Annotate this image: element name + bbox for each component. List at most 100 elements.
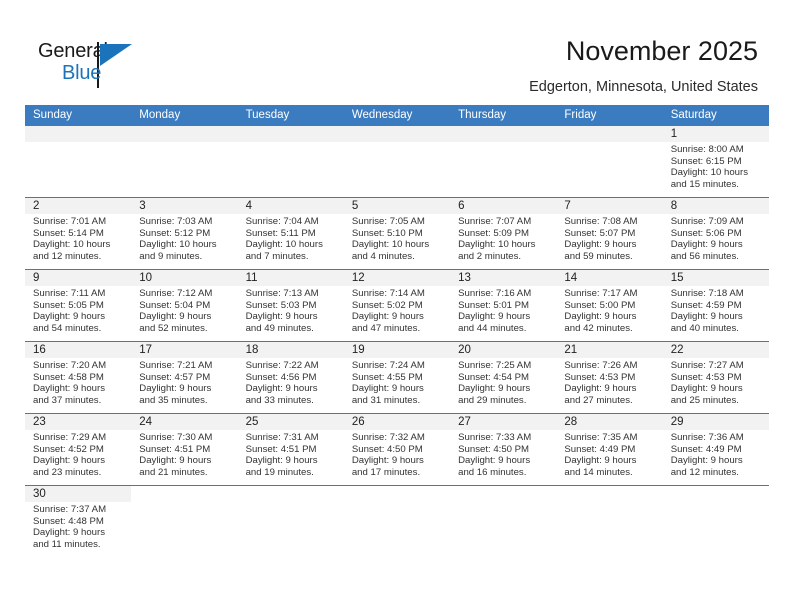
sunrise-text: Sunrise: 7:12 AM bbox=[139, 288, 213, 299]
calendar-day-cell[interactable]: 14 Sunrise: 7:17 AM Sunset: 5:00 PM Dayligh… bbox=[556, 270, 663, 341]
sunset-text: Sunset: 5:12 PM bbox=[139, 227, 211, 239]
daylight-text-line1: Daylight: 9 hours bbox=[33, 455, 105, 467]
sunrise-text: Sunrise: 7:20 AM bbox=[33, 360, 107, 371]
sunset-text: Sunset: 4:56 PM bbox=[245, 371, 317, 383]
sunrise-text: Sunrise: 7:08 AM bbox=[564, 216, 638, 227]
general-blue-logo[interactable]: General Blue bbox=[38, 40, 158, 90]
daylight-text-line2: and 44 minutes. bbox=[458, 322, 527, 334]
sunset-text: Sunset: 4:49 PM bbox=[670, 443, 742, 455]
weekday-header-wednesday: Wednesday bbox=[351, 109, 413, 121]
calendar-table: Sunday Monday Tuesday Wednesday Thursday Frid… bbox=[25, 105, 769, 557]
calendar-cell-empty bbox=[237, 486, 344, 557]
calendar-day-cell[interactable]: 8 Sunrise: 7:09 AM Sunset: 5:06 PM Daylight… bbox=[662, 198, 769, 269]
calendar-day-cell[interactable]: 22 Sunrise: 7:27 AM Sunset: 4:53 PM Dayligh… bbox=[662, 342, 769, 413]
calendar-day-cell[interactable]: 10 Sunrise: 7:12 AM Sunset: 5:04 PM Dayligh… bbox=[131, 270, 238, 341]
sunrise-text: Sunrise: 7:16 AM bbox=[458, 288, 532, 299]
daylight-text-line2: and 16 minutes. bbox=[458, 466, 527, 478]
calendar-day-cell[interactable]: 23 Sunrise: 7:29 AM Sunset: 4:52 PM Dayligh… bbox=[25, 414, 132, 485]
calendar-day-cell[interactable]: 20 Sunrise: 7:25 AM Sunset: 4:54 PM Dayligh… bbox=[450, 342, 557, 413]
calendar-cell-empty bbox=[662, 486, 769, 557]
calendar-day-cell[interactable]: 16 Sunrise: 7:20 AM Sunset: 4:58 PM Dayligh… bbox=[25, 342, 132, 413]
daylight-text-line1: Daylight: 9 hours bbox=[458, 455, 531, 467]
sunset-text: Sunset: 4:59 PM bbox=[670, 299, 742, 311]
sun-info: Sunrise: 7:21 AM Sunset: 4:57 PM Daylight:… bbox=[131, 358, 237, 406]
sunrise-text: Sunrise: 7:36 AM bbox=[670, 432, 744, 443]
calendar-day-cell[interactable]: 25 Sunrise: 7:31 AM Sunset: 4:51 PM Dayligh… bbox=[237, 414, 344, 485]
sun-info: Sunrise: 7:36 AM Sunset: 4:49 PM Daylight:… bbox=[663, 430, 769, 478]
sun-info: Sunrise: 7:31 AM Sunset: 4:51 PM Daylight:… bbox=[238, 430, 344, 478]
sunset-text: Sunset: 5:07 PM bbox=[564, 227, 636, 239]
sunset-text: Sunset: 4:53 PM bbox=[564, 371, 636, 383]
calendar-day-cell[interactable]: 29 Sunrise: 7:36 AM Sunset: 4:49 PM Dayligh… bbox=[662, 414, 769, 485]
calendar-day-cell[interactable]: 13 Sunrise: 7:16 AM Sunset: 5:01 PM Dayligh… bbox=[450, 270, 557, 341]
calendar-day-cell[interactable]: 5 Sunrise: 7:05 AM Sunset: 5:10 PM Daylight… bbox=[343, 198, 451, 269]
calendar-day-cell[interactable]: 3 Sunrise: 7:03 AM Sunset: 5:12 PM Daylight… bbox=[131, 198, 238, 269]
sun-info: Sunrise: 7:07 AM Sunset: 5:09 PM Daylight:… bbox=[450, 214, 556, 262]
sunset-text: Sunset: 4:53 PM bbox=[670, 371, 742, 383]
calendar-day-cell[interactable]: 9 Sunrise: 7:11 AM Sunset: 5:05 PM Daylight… bbox=[25, 270, 132, 341]
daylight-text-line1: Daylight: 9 hours bbox=[33, 383, 105, 395]
calendar-week-row: 2 Sunrise: 7:01 AM Sunset: 5:14 PM Daylight… bbox=[25, 197, 769, 269]
calendar-day-cell[interactable]: 7 Sunrise: 7:08 AM Sunset: 5:07 PM Daylight… bbox=[556, 198, 663, 269]
calendar-day-cell[interactable]: 21 Sunrise: 7:26 AM Sunset: 4:53 PM Dayligh… bbox=[556, 342, 663, 413]
daylight-text-line2: and 2 minutes. bbox=[458, 250, 522, 262]
day-number: 3 bbox=[131, 198, 238, 214]
sunrise-text: Sunrise: 7:32 AM bbox=[351, 432, 425, 443]
calendar-day-cell[interactable]: 2 Sunrise: 7:01 AM Sunset: 5:14 PM Daylight… bbox=[25, 198, 132, 269]
sun-info: Sunrise: 7:11 AM Sunset: 5:05 PM Daylight:… bbox=[25, 286, 131, 334]
calendar-day-cell[interactable]: 6 Sunrise: 7:07 AM Sunset: 5:09 PM Daylight… bbox=[450, 198, 557, 269]
calendar-day-cell[interactable]: 27 Sunrise: 7:33 AM Sunset: 4:50 PM Dayligh… bbox=[450, 414, 557, 485]
daylight-text-line2: and 37 minutes. bbox=[33, 394, 102, 406]
calendar-cell-empty bbox=[131, 126, 238, 197]
daylight-text-line1: Daylight: 9 hours bbox=[33, 311, 105, 323]
day-number: 1 bbox=[662, 126, 769, 142]
day-number: 24 bbox=[131, 414, 238, 430]
day-number: 7 bbox=[556, 198, 663, 214]
day-number: 12 bbox=[343, 270, 451, 286]
sun-info: Sunrise: 7:05 AM Sunset: 5:10 PM Daylight:… bbox=[344, 214, 450, 262]
calendar-day-cell[interactable]: 12 Sunrise: 7:14 AM Sunset: 5:02 PM Dayligh… bbox=[343, 270, 451, 341]
calendar-day-cell[interactable]: 11 Sunrise: 7:13 AM Sunset: 5:03 PM Dayligh… bbox=[237, 270, 344, 341]
calendar-day-cell[interactable]: 19 Sunrise: 7:24 AM Sunset: 4:55 PM Dayligh… bbox=[343, 342, 451, 413]
daylight-text-line2: and 14 minutes. bbox=[564, 466, 633, 478]
daylight-text-line1: Daylight: 9 hours bbox=[139, 455, 212, 467]
sunrise-text: Sunrise: 7:18 AM bbox=[670, 288, 744, 299]
day-number: 23 bbox=[25, 414, 132, 430]
daylight-text-line1: Daylight: 10 hours bbox=[33, 239, 111, 251]
calendar-weeks: 1 Sunrise: 8:00 AM Sunset: 6:15 PM Daylight… bbox=[25, 126, 769, 557]
sunset-text: Sunset: 4:52 PM bbox=[33, 443, 104, 455]
sunrise-text: Sunrise: 7:03 AM bbox=[139, 216, 213, 227]
sunrise-text: Sunrise: 7:35 AM bbox=[564, 432, 638, 443]
calendar-day-cell[interactable]: 15 Sunrise: 7:18 AM Sunset: 4:59 PM Dayligh… bbox=[662, 270, 769, 341]
calendar-day-cell[interactable]: 4 Sunrise: 7:04 AM Sunset: 5:11 PM Daylight… bbox=[237, 198, 344, 269]
daylight-text-line2: and 59 minutes. bbox=[564, 250, 633, 262]
daylight-text-line2: and 49 minutes. bbox=[245, 322, 314, 334]
daylight-text-line2: and 52 minutes. bbox=[139, 322, 208, 334]
sunset-text: Sunset: 5:01 PM bbox=[458, 299, 530, 311]
calendar-day-cell[interactable]: 28 Sunrise: 7:35 AM Sunset: 4:49 PM Dayligh… bbox=[556, 414, 663, 485]
calendar-day-cell[interactable]: 24 Sunrise: 7:30 AM Sunset: 4:51 PM Dayligh… bbox=[131, 414, 238, 485]
sunset-text: Sunset: 5:10 PM bbox=[351, 227, 423, 239]
calendar-day-cell[interactable]: 1 Sunrise: 8:00 AM Sunset: 6:15 PM Daylight… bbox=[662, 126, 769, 197]
calendar-day-cell[interactable]: 18 Sunrise: 7:22 AM Sunset: 4:56 PM Dayligh… bbox=[237, 342, 344, 413]
daylight-text-line1: Daylight: 9 hours bbox=[245, 311, 318, 323]
daylight-text-line1: Daylight: 9 hours bbox=[139, 383, 212, 395]
sunset-text: Sunset: 5:06 PM bbox=[670, 227, 742, 239]
sunrise-text: Sunrise: 7:05 AM bbox=[351, 216, 425, 227]
triangle-flag-icon bbox=[100, 44, 132, 66]
daylight-text-line1: Daylight: 9 hours bbox=[670, 311, 743, 323]
sunrise-text: Sunrise: 7:04 AM bbox=[245, 216, 319, 227]
calendar-day-cell[interactable]: 17 Sunrise: 7:21 AM Sunset: 4:57 PM Dayligh… bbox=[131, 342, 238, 413]
calendar-day-cell[interactable]: 26 Sunrise: 7:32 AM Sunset: 4:50 PM Dayligh… bbox=[343, 414, 451, 485]
day-number: 21 bbox=[556, 342, 663, 358]
calendar-day-cell[interactable]: 30 Sunrise: 7:37 AM Sunset: 4:48 PM Dayligh… bbox=[25, 486, 132, 557]
sunrise-text: Sunrise: 7:09 AM bbox=[670, 216, 744, 227]
sun-info: Sunrise: 7:13 AM Sunset: 5:03 PM Daylight:… bbox=[238, 286, 344, 334]
calendar-page: General Blue November 2025 Edgerton, Min… bbox=[0, 0, 792, 612]
sunset-text: Sunset: 4:54 PM bbox=[458, 371, 530, 383]
sun-info: Sunrise: 7:03 AM Sunset: 5:12 PM Daylight:… bbox=[131, 214, 237, 262]
daylight-text-line2: and 9 minutes. bbox=[139, 250, 203, 262]
sunrise-text: Sunrise: 7:17 AM bbox=[564, 288, 638, 299]
sunrise-text: Sunrise: 7:30 AM bbox=[139, 432, 213, 443]
sunset-text: Sunset: 4:49 PM bbox=[564, 443, 636, 455]
